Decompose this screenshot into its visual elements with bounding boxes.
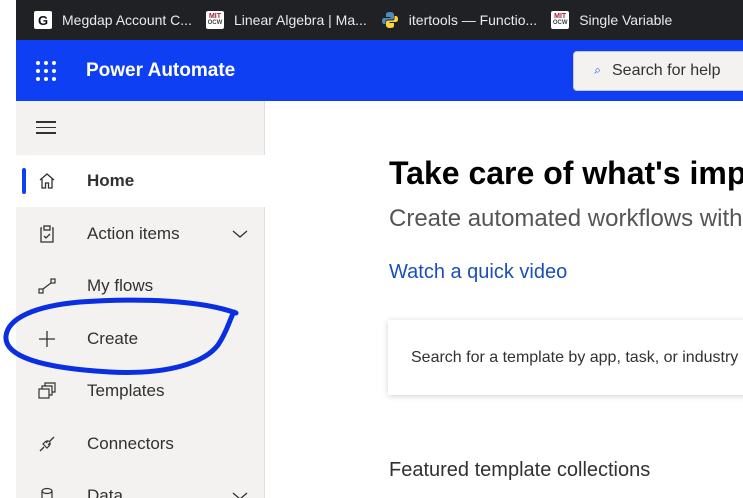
bookmark-label: itertools — Functio... xyxy=(408,12,538,28)
search-icon xyxy=(594,68,600,74)
sidebar-item-label: Connectors xyxy=(87,434,174,453)
sidebar-item-label: Templates xyxy=(87,381,165,400)
help-search-box[interactable] xyxy=(573,51,743,91)
sidebar-item-label: Data xyxy=(87,486,123,498)
page-headline: Take care of what's imp xyxy=(389,155,743,191)
bookmark-megdap[interactable]: G Megdap Account C... xyxy=(34,11,192,29)
bookmark-label: Single Variable xyxy=(579,12,673,28)
sidebar: Home Action items My flows Create Templa… xyxy=(16,101,265,498)
sidebar-item-connectors[interactable]: Connectors xyxy=(16,418,265,470)
sidebar-item-label: Create xyxy=(87,329,139,348)
watch-video-link[interactable]: Watch a quick video xyxy=(389,261,567,284)
bookmark-label: Megdap Account C... xyxy=(62,12,192,28)
template-search-input[interactable] xyxy=(411,348,743,367)
bookmark-itertools[interactable]: itertools — Functio... xyxy=(381,11,537,29)
sidebar-item-label: Home xyxy=(87,171,135,190)
sidebar-item-my-flows[interactable]: My flows xyxy=(16,260,265,312)
featured-collections-heading: Featured template collections xyxy=(389,459,651,481)
bookmarks-bar: G Megdap Account C... MIT OCW Linear Alge… xyxy=(16,0,743,40)
database-icon xyxy=(36,485,58,498)
connector-icon xyxy=(36,433,58,455)
home-icon xyxy=(36,170,58,192)
chevron-down-icon[interactable] xyxy=(232,224,248,244)
hamburger-menu-icon[interactable] xyxy=(36,121,58,137)
sidebar-item-create[interactable]: Create xyxy=(16,313,265,365)
python-icon xyxy=(381,11,399,29)
templates-icon xyxy=(36,380,58,402)
mit-ocw-icon: MIT OCW xyxy=(205,11,224,29)
g-logo-icon: G xyxy=(34,11,52,29)
sidebar-item-label: My flows xyxy=(87,276,154,295)
flow-icon xyxy=(36,275,58,297)
clipboard-icon xyxy=(36,223,58,245)
app-title[interactable]: Power Automate xyxy=(86,60,235,82)
sidebar-item-action-items[interactable]: Action items xyxy=(16,208,265,260)
sidebar-item-templates[interactable]: Templates xyxy=(16,365,265,417)
app-launcher-icon[interactable] xyxy=(36,60,56,81)
bookmark-label: Linear Algebra | Ma... xyxy=(233,12,367,28)
main-content: Take care of what's imp Create automated… xyxy=(266,101,743,498)
bookmark-single-variable[interactable]: MIT OCW Single Variable xyxy=(551,11,672,29)
app-header: Power Automate xyxy=(16,40,743,101)
template-search-box[interactable] xyxy=(388,320,743,395)
sidebar-item-label: Action items xyxy=(87,224,180,243)
bookmark-linear-algebra[interactable]: MIT OCW Linear Algebra | Ma... xyxy=(205,11,367,29)
page-subheading: Create automated workflows with xyxy=(389,205,743,232)
sidebar-item-home[interactable]: Home xyxy=(16,155,265,207)
sidebar-item-data[interactable]: Data xyxy=(16,470,265,498)
chevron-down-icon[interactable] xyxy=(232,486,248,498)
mit-ocw-icon: MIT OCW xyxy=(551,11,570,29)
search-input[interactable] xyxy=(612,62,743,80)
plus-icon xyxy=(36,328,58,350)
